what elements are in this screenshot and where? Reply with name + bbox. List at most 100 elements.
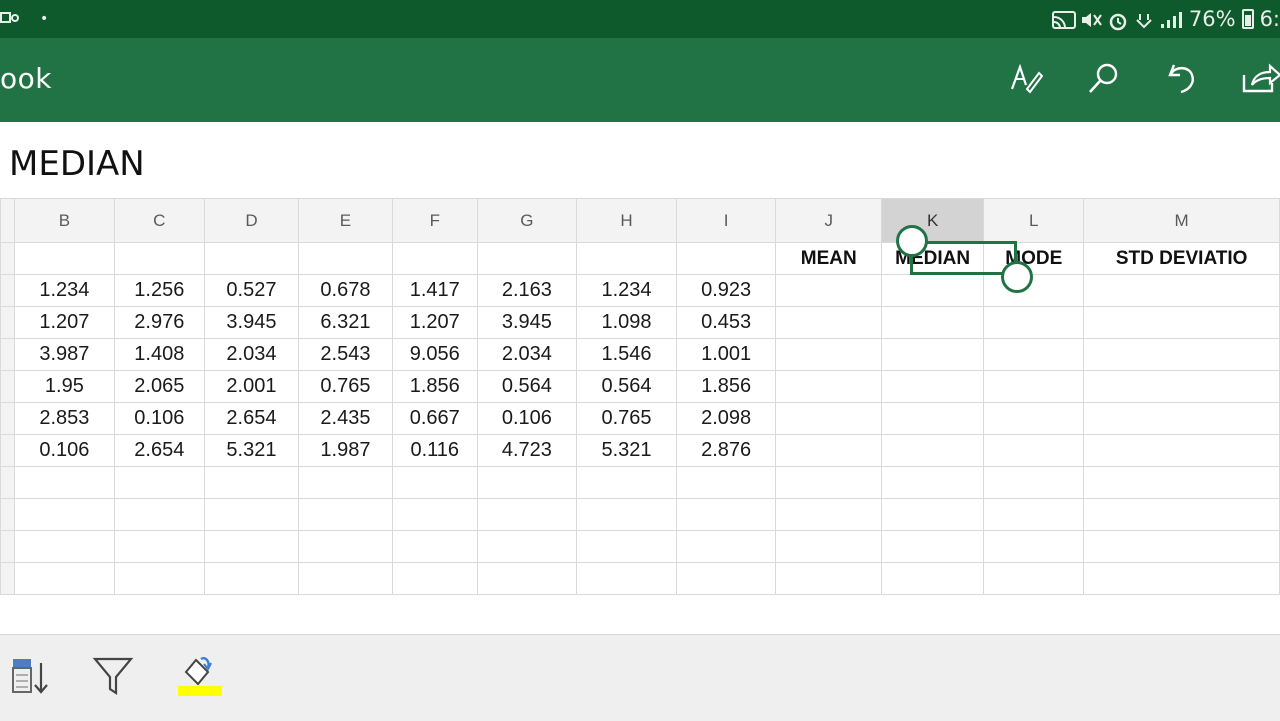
cell[interactable] [203, 242, 299, 275]
cell[interactable]: 3.945 [476, 306, 578, 339]
cell[interactable] [576, 466, 677, 499]
std-deviation-label-cell[interactable]: STD DEVIATIO [1083, 242, 1280, 275]
cell[interactable] [983, 498, 1085, 531]
row-header[interactable] [0, 434, 16, 467]
cell[interactable] [675, 242, 777, 275]
corner-cell[interactable] [0, 198, 16, 243]
cell[interactable] [476, 498, 578, 531]
cell[interactable]: 9.056 [391, 338, 478, 371]
column-header[interactable]: G [476, 198, 578, 243]
row-header[interactable] [0, 402, 16, 435]
cell[interactable]: 0.116 [391, 434, 478, 467]
column-header[interactable]: L [983, 198, 1085, 243]
cell[interactable] [14, 242, 115, 275]
cell[interactable] [881, 402, 985, 435]
cell[interactable] [775, 434, 883, 467]
cell[interactable] [14, 530, 115, 563]
cell[interactable]: 0.765 [576, 402, 677, 435]
selection-handle-bottom-right[interactable] [1001, 261, 1033, 293]
cell[interactable] [1083, 498, 1280, 531]
cell[interactable]: 0.106 [14, 434, 115, 467]
cell[interactable]: 0.106 [476, 402, 578, 435]
fill-color-button[interactable] [176, 655, 224, 701]
workbook-title[interactable]: ook [0, 62, 52, 95]
cell[interactable] [775, 402, 883, 435]
cell[interactable]: 2.654 [113, 434, 205, 467]
cell[interactable] [775, 274, 883, 307]
cell[interactable]: 1.098 [576, 306, 677, 339]
cell[interactable]: 1.856 [391, 370, 478, 403]
cell[interactable]: 0.564 [576, 370, 677, 403]
cell[interactable]: 0.527 [203, 274, 299, 307]
share-button[interactable] [1240, 60, 1280, 100]
row-header[interactable] [0, 498, 16, 531]
cell[interactable] [576, 530, 677, 563]
cell[interactable] [881, 530, 985, 563]
draw-button[interactable] [1006, 60, 1046, 100]
cell[interactable] [203, 498, 299, 531]
cell[interactable]: 0.453 [675, 306, 777, 339]
cell[interactable] [476, 466, 578, 499]
cell[interactable]: 6.321 [297, 306, 393, 339]
cell[interactable] [391, 466, 478, 499]
cell[interactable] [14, 498, 115, 531]
undo-button[interactable] [1162, 60, 1202, 100]
cell[interactable]: 0.678 [297, 274, 393, 307]
cell[interactable] [775, 306, 883, 339]
cell[interactable] [113, 242, 205, 275]
cell[interactable]: 2.065 [113, 370, 205, 403]
cell[interactable] [1083, 370, 1280, 403]
column-header[interactable]: H [576, 198, 677, 243]
cell[interactable]: 2.543 [297, 338, 393, 371]
cell[interactable]: 5.321 [576, 434, 677, 467]
cell[interactable] [14, 562, 115, 595]
cell[interactable] [983, 562, 1085, 595]
row-header[interactable] [0, 274, 16, 307]
cell[interactable]: 3.945 [203, 306, 299, 339]
cell[interactable] [1083, 466, 1280, 499]
cell[interactable]: 0.923 [675, 274, 777, 307]
cell[interactable] [881, 498, 985, 531]
row-header[interactable] [0, 338, 16, 371]
cell[interactable] [775, 370, 883, 403]
row-header[interactable] [0, 530, 16, 563]
cell[interactable] [881, 338, 985, 371]
cell[interactable] [1083, 402, 1280, 435]
spreadsheet-grid[interactable]: B C D E F G H I J K L M MEAN MEDIAN MODE… [0, 198, 1280, 634]
cell[interactable] [675, 498, 777, 531]
cell[interactable] [1083, 338, 1280, 371]
cell[interactable] [1083, 434, 1280, 467]
cell[interactable] [881, 274, 985, 307]
column-header[interactable]: B [14, 198, 115, 243]
cell[interactable]: 2.001 [203, 370, 299, 403]
column-header[interactable]: E [297, 198, 393, 243]
cell[interactable]: 1.856 [675, 370, 777, 403]
column-header[interactable]: I [675, 198, 777, 243]
cell[interactable] [983, 370, 1085, 403]
cell[interactable] [476, 530, 578, 563]
cell[interactable] [1083, 306, 1280, 339]
cell[interactable] [203, 530, 299, 563]
cell[interactable] [881, 562, 985, 595]
cell[interactable] [881, 466, 985, 499]
cell[interactable]: 0.564 [476, 370, 578, 403]
cell[interactable] [775, 530, 883, 563]
formula-content[interactable]: MEDIAN [9, 144, 145, 184]
cell[interactable]: 1.234 [14, 274, 115, 307]
cell[interactable]: 2.098 [675, 402, 777, 435]
cell[interactable] [14, 466, 115, 499]
cell[interactable] [675, 562, 777, 595]
cell[interactable]: 1.408 [113, 338, 205, 371]
cell[interactable] [576, 498, 677, 531]
cell[interactable] [983, 274, 1085, 307]
cell[interactable]: 1.234 [576, 274, 677, 307]
cell[interactable] [297, 498, 393, 531]
row-header[interactable] [0, 370, 16, 403]
row-header[interactable] [0, 562, 16, 595]
cell[interactable]: 0.667 [391, 402, 478, 435]
search-button[interactable] [1084, 60, 1124, 100]
cell[interactable] [983, 530, 1085, 563]
cell[interactable]: 1.987 [297, 434, 393, 467]
cell[interactable] [297, 466, 393, 499]
cell[interactable] [391, 498, 478, 531]
